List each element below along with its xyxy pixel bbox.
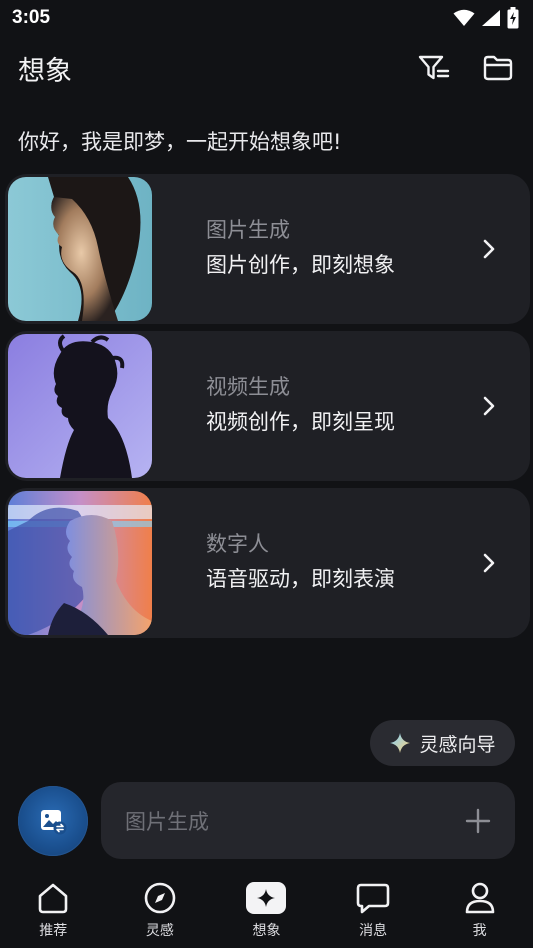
chevron-right-icon [483,396,495,416]
status-bar: 3:05 [0,0,533,36]
card-video-generation[interactable]: 视频生成 视频创作，即刻呈现 [5,331,530,481]
prompt-placeholder: 图片生成 [125,809,209,834]
prompt-input[interactable]: 图片生成 [101,782,515,859]
card-subtitle: 视频创作，即刻呈现 [206,410,395,434]
person-icon [465,882,494,914]
card-subtitle: 图片创作，即刻想象 [206,253,395,277]
image-swap-icon [41,810,67,835]
home-icon [38,883,68,914]
digital-human-thumbnail [8,491,152,635]
status-time: 3:05 [12,7,51,28]
card-digital-human[interactable]: 数字人 语音驱动，即刻表演 [5,488,530,638]
nav-label: 想象 [252,923,281,939]
inspiration-guide-label: 灵感向导 [419,733,496,756]
wifi-icon [453,9,475,26]
video-generation-thumbnail [8,334,152,478]
filter-button[interactable] [417,51,451,85]
card-title: 视频生成 [206,375,290,399]
card-subtitle: 语音驱动，即刻表演 [206,567,395,591]
folder-button[interactable] [481,51,515,85]
image-upload-button[interactable] [18,786,88,856]
card-image-generation[interactable]: 图片生成 图片创作，即刻想象 [5,174,530,324]
signal-icon [482,10,500,26]
nav-item-messages[interactable]: 消息 [333,880,413,940]
nav-item-me[interactable]: 我 [440,880,520,940]
status-icons [453,7,519,29]
folder-icon [483,55,513,81]
bottom-nav: 推荐 灵感 想象 消息 我 [0,872,533,948]
image-generation-thumbnail [8,177,152,321]
nav-item-inspiration[interactable]: 灵感 [120,880,200,940]
chevron-right-icon [483,239,495,259]
plus-icon[interactable] [465,808,491,834]
nav-item-recommend[interactable]: 推荐 [13,880,93,940]
sparkle-icon [390,733,411,753]
nav-label: 我 [472,923,487,939]
card-title: 数字人 [206,532,269,556]
chat-icon [356,883,390,914]
card-title: 图片生成 [206,218,290,242]
app-header: 想象 [0,42,533,94]
filter-icon [418,55,450,80]
compass-icon [144,882,176,914]
chevron-right-icon [483,553,495,573]
page-title: 想象 [18,55,72,87]
greeting-text: 你好，我是即梦，一起开始想象吧! [18,130,342,154]
battery-icon [507,7,519,29]
nav-label: 推荐 [39,923,68,939]
nav-item-imagine[interactable]: 想象 [226,880,306,940]
nav-active-indicator [246,882,287,914]
feature-cards: 图片生成 图片创作，即刻想象 视频生成 视频创作，即刻呈现 数字人 语音驱动，即… [5,174,530,645]
nav-label: 消息 [359,923,388,939]
sparkle-icon [257,889,276,907]
inspiration-guide-button[interactable]: 灵感向导 [370,720,515,766]
nav-label: 灵感 [145,923,174,939]
